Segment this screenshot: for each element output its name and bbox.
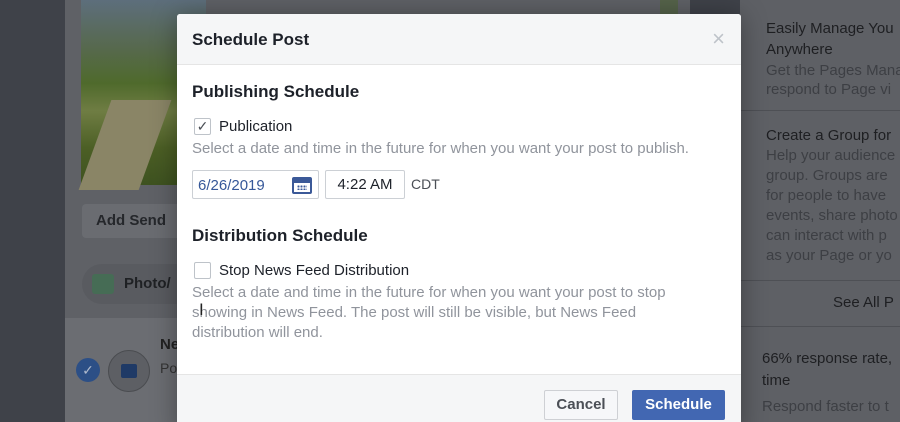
right-see-all-link: See All P [833, 294, 894, 311]
publish-time-input[interactable]: 4:22 AM [325, 170, 405, 199]
right-item1-title-line2: Anywhere [766, 41, 833, 58]
right-item2-desc-line2: group. Groups are [766, 167, 888, 184]
schedule-button[interactable]: Schedule [632, 390, 725, 420]
publishing-schedule-heading: Publishing Schedule [192, 82, 360, 101]
check-circle-icon: ✓ [76, 358, 100, 382]
cancel-button[interactable]: Cancel [544, 390, 618, 420]
timezone-label: CDT [411, 176, 440, 192]
right-item2-title: Create a Group for [766, 127, 892, 144]
document-icon [108, 350, 150, 392]
right-divider [740, 326, 900, 327]
publication-label[interactable]: Publication [219, 118, 292, 135]
right-respond-faster: Respond faster to t [762, 398, 889, 415]
stop-news-feed-label[interactable]: Stop News Feed Distribution [219, 262, 409, 279]
schedule-post-dialog: Schedule Post × Publishing Schedule ✓ Pu… [177, 14, 741, 422]
right-response-rate-line2: time [762, 372, 791, 389]
right-item2-desc-line1: Help your audience [766, 147, 896, 164]
publish-date-value[interactable]: 6/26/2019 [198, 177, 265, 194]
right-item2-desc-line3: for people to have [766, 187, 887, 204]
dialog-footer: Cancel Schedule [177, 374, 741, 422]
distribution-schedule-heading: Distribution Schedule [192, 226, 368, 245]
dialog-header: Schedule Post × [177, 14, 741, 65]
right-item1-desc-line2: respond to Page vi [766, 81, 892, 98]
stop-news-feed-checkbox[interactable] [194, 262, 211, 279]
text-cursor-icon: I [199, 300, 204, 319]
publication-checkbox[interactable]: ✓ [194, 118, 211, 135]
right-item1-title-line1: Easily Manage You [766, 20, 894, 37]
publishing-help-text: Select a date and time in the future for… [192, 140, 689, 157]
right-item2-desc-line5: can interact with p [766, 227, 887, 244]
background-add-send-button: Add Send [82, 204, 182, 238]
right-divider [740, 110, 900, 111]
right-response-rate-line1: 66% response rate, [762, 350, 893, 367]
distribution-help-line1: Select a date and time in the future for… [192, 284, 666, 301]
photo-chip-label: Photo/ [124, 275, 171, 292]
right-item1-desc-line1: Get the Pages Mana [766, 62, 900, 79]
right-item2-desc-line6: as your Page or yo [766, 247, 892, 264]
close-icon[interactable]: × [712, 28, 725, 50]
background-photo-video-button: Photo/ [82, 264, 182, 304]
background-right-column: Easily Manage You Anywhere Get the Pages… [740, 0, 900, 422]
publish-date-input[interactable]: 6/26/2019 [192, 170, 319, 199]
photo-icon [92, 274, 114, 294]
right-item2-desc-line4: events, share photo [766, 207, 898, 224]
distribution-help-line3: distribution will end. [192, 324, 323, 341]
dialog-title: Schedule Post [192, 30, 310, 49]
right-divider [740, 280, 900, 281]
background-post-meta: Po [160, 360, 178, 376]
distribution-help-line2: showing in News Feed. The post will stil… [192, 304, 637, 321]
calendar-icon[interactable] [292, 177, 312, 194]
